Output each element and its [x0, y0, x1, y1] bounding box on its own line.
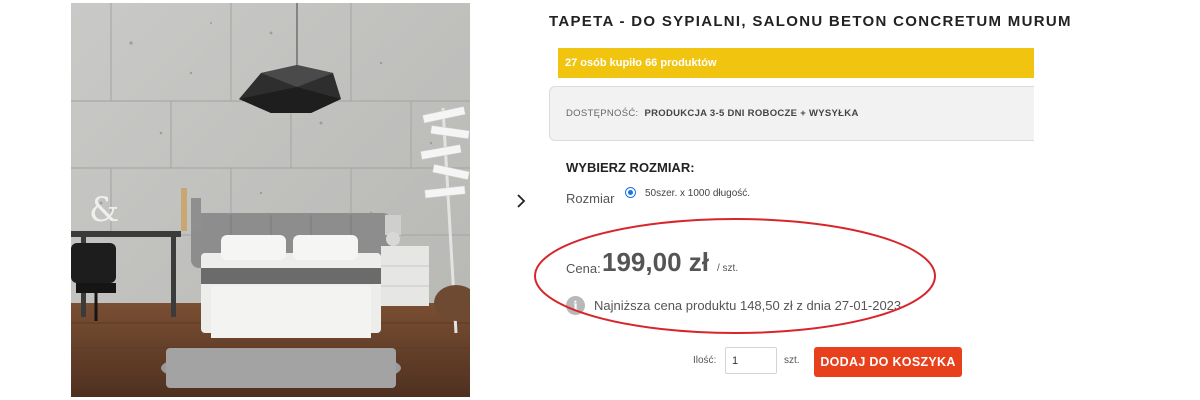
size-heading: WYBIERZ ROZMIAR: — [566, 160, 695, 175]
quantity-input[interactable] — [725, 347, 777, 374]
svg-text:&: & — [89, 190, 119, 230]
product-title: TAPETA - DO SYPIALNI, SALONU BETON CONCR… — [549, 13, 1072, 30]
availability-box: DOSTĘPNOŚĆ: PRODUKCJA 3-5 DNI ROBOCZE + … — [549, 86, 1034, 141]
next-image-button[interactable] — [510, 188, 532, 214]
size-radio[interactable] — [625, 187, 636, 198]
lowest-price-note: Najniższa cena produktu 148,50 zł z dnia… — [594, 298, 902, 313]
product-image[interactable]: & — [71, 3, 470, 397]
price-unit: / szt. — [717, 263, 739, 274]
sold-count-banner: 27 osób kupiło 66 produktów — [558, 48, 1034, 78]
price-label: Cena: — [566, 261, 601, 276]
chevron-right-icon — [517, 194, 526, 208]
info-icon: i — [566, 296, 585, 315]
availability-label: DOSTĘPNOŚĆ: — [566, 108, 639, 119]
size-label: Rozmiar — [566, 191, 615, 206]
price-value: 199,00 zł — [602, 247, 709, 277]
quantity-unit: szt. — [784, 355, 800, 366]
size-option-label[interactable]: 50szer. x 1000 długość. — [645, 188, 750, 199]
availability-value: PRODUKCJA 3-5 DNI ROBOCZE + WYSYŁKA — [644, 108, 859, 119]
quantity-label: Ilość: — [693, 355, 717, 366]
highlight-annotation — [534, 218, 936, 334]
add-to-cart-button[interactable]: DODAJ DO KOSZYKA — [814, 347, 962, 377]
